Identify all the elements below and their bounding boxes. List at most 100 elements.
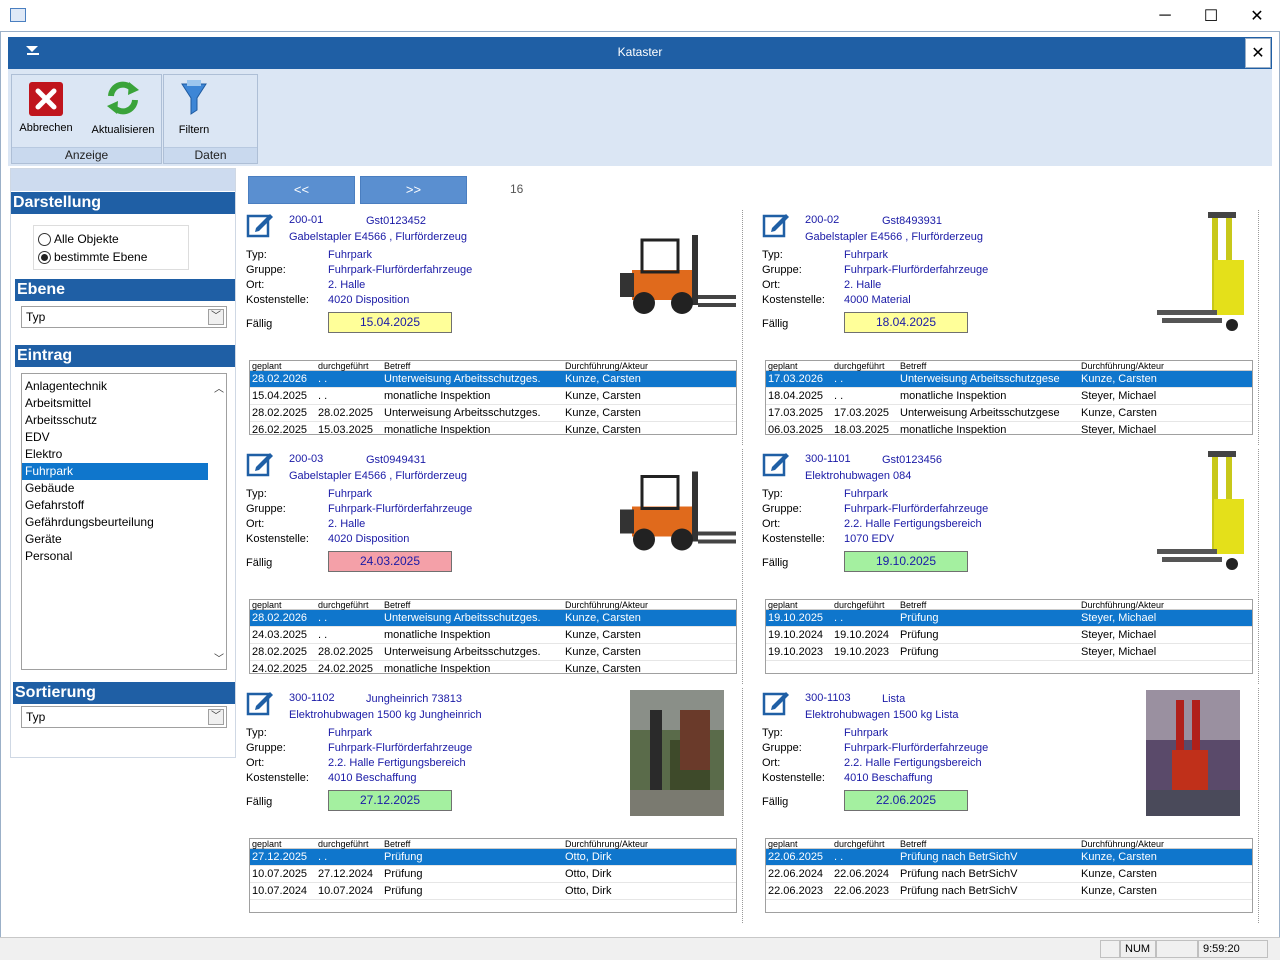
status-num: NUM [1120, 940, 1156, 958]
menu-dropdown-icon[interactable] [26, 46, 38, 52]
table-row[interactable]: 27.12.2025 . . Prüfung Otto, Dirk [250, 849, 736, 866]
history-table[interactable]: geplant durchgeführt Betreff Durchführung/A… [765, 838, 1253, 913]
list-item-selected[interactable]: Fuhrpark [22, 463, 208, 480]
list-item[interactable]: Gebäude [22, 480, 208, 497]
scroll-up-icon[interactable]: ︿ [214, 380, 224, 395]
history-table[interactable]: geplant durchgeführt Betreff Durchführung/A… [249, 838, 737, 913]
table-row[interactable]: 10.07.2024 10.07.2024 Prüfung Otto, Dirk [250, 883, 736, 900]
table-row[interactable]: 28.02.2025 28.02.2025 Unterweisung Arbeits… [250, 405, 736, 422]
table-header: geplant durchgeführt Betreff Durchführung/A… [766, 361, 1252, 371]
eintrag-listbox[interactable]: Anlagentechnik Arbeitsmittel Arbeitsschu… [21, 373, 227, 670]
cell-betreff: Prüfung [900, 646, 939, 658]
cell-akteur: Kunze, Carsten [1081, 373, 1157, 385]
edit-icon[interactable] [762, 688, 790, 716]
chevron-down-icon[interactable]: ﹀ [208, 309, 224, 325]
cancel-button[interactable]: Abbrechen [16, 78, 76, 136]
value-gruppe: Fuhrpark-Flurförderfahrzeuge [844, 264, 989, 276]
table-row[interactable]: 18.04.2025 . . monatliche Inspektion Steyer… [766, 388, 1252, 405]
table-row[interactable]: 28.02.2026 . . Unterweisung Arbeitsschutzg… [250, 371, 736, 388]
list-item[interactable]: Anlagentechnik [22, 378, 208, 395]
chevron-down-icon[interactable]: ﹀ [208, 709, 224, 725]
edit-icon[interactable] [246, 688, 274, 716]
cell-geplant: 24.03.2025 [252, 629, 308, 641]
table-row[interactable]: 19.10.2025 . . Prüfung Steyer, Michael [766, 610, 1252, 627]
table-row[interactable]: 19.10.2024 19.10.2024 Prüfung Steyer, Micha… [766, 627, 1252, 644]
history-table[interactable]: geplant durchgeführt Betreff Durchführung/A… [765, 360, 1253, 435]
sortierung-select[interactable]: Typ ﹀ [21, 706, 227, 728]
filter-button[interactable]: Filtern [170, 78, 218, 136]
prev-page-button[interactable]: << [248, 176, 355, 204]
scroll-down-icon[interactable]: ﹀ [214, 650, 224, 665]
next-page-button[interactable]: >> [360, 176, 467, 204]
table-row[interactable]: 19.10.2023 19.10.2023 Prüfung Steyer, Micha… [766, 644, 1252, 661]
table-header: geplant durchgeführt Betreff Durchführung/A… [250, 600, 736, 610]
table-row[interactable]: 26.02.2025 15.03.2025 monatliche Inspektio… [250, 422, 736, 434]
edit-icon[interactable] [246, 210, 274, 238]
table-row[interactable]: 24.03.2025 . . monatliche Inspektion Kunze,… [250, 627, 736, 644]
edit-icon[interactable] [762, 210, 790, 238]
edit-icon[interactable] [762, 449, 790, 477]
object-number[interactable]: 200-02 [805, 214, 839, 226]
cell-geplant: 28.02.2026 [252, 612, 308, 624]
maximize-button[interactable]: ☐ [1188, 0, 1234, 31]
cell-akteur: Kunze, Carsten [565, 612, 641, 624]
label-typ: Typ: [762, 488, 783, 500]
object-number[interactable]: 200-03 [289, 453, 323, 465]
list-item[interactable]: Arbeitsschutz [22, 412, 208, 429]
list-item[interactable]: Gefährdungsbeurteilung [22, 514, 208, 531]
radio-alle-objekte[interactable]: Alle Objekte [38, 230, 184, 248]
table-row[interactable]: 15.04.2025 . . monatliche Inspektion Kunze,… [250, 388, 736, 405]
col-geplant: geplant [768, 600, 798, 610]
object-name: Gabelstapler E4566 , Flurförderzeug [289, 231, 467, 243]
inventory-card: 300-1102 Jungheinrich 73813 Elektrohubwage… [246, 688, 751, 923]
due-date-field: 15.04.2025 [328, 312, 452, 333]
history-table[interactable]: geplant durchgeführt Betreff Durchführung/A… [249, 360, 737, 435]
list-item[interactable]: Arbeitsmittel [22, 395, 208, 412]
table-row[interactable]: 22.06.2025 . . Prüfung nach BetrSichV Kunze… [766, 849, 1252, 866]
status-cell [1100, 940, 1120, 958]
object-number[interactable]: 300-1102 [289, 692, 335, 704]
object-number[interactable]: 300-1101 [805, 453, 851, 465]
table-row[interactable]: 06.03.2025 18.03.2025 monatliche Inspektio… [766, 422, 1252, 434]
refresh-label: Aktualisieren [91, 124, 155, 136]
cell-durchgefuehrt: . . [318, 373, 328, 385]
table-row[interactable]: 17.03.2026 . . Unterweisung Arbeitsschutzg… [766, 371, 1252, 388]
cell-geplant: 17.03.2026 [768, 373, 824, 385]
inventory-card: 200-01 Gst0123452 Gabelstapler E4566 , Flu… [246, 210, 751, 445]
table-row[interactable]: 22.06.2024 22.06.2024 Prüfung nach BetrSic… [766, 866, 1252, 883]
table-row[interactable]: 22.06.2023 22.06.2023 Prüfung nach BetrSic… [766, 883, 1252, 900]
col-betreff: Betreff [900, 361, 927, 371]
cell-durchgefuehrt: 19.10.2024 [834, 629, 890, 641]
table-row[interactable]: 28.02.2025 28.02.2025 Unterweisung Arbeits… [250, 644, 736, 661]
table-row[interactable]: 17.03.2025 17.03.2025 Unterweisung Arbeits… [766, 405, 1252, 422]
object-number[interactable]: 300-1103 [805, 692, 851, 704]
radio-bestimmte-ebene[interactable]: bestimmte Ebene [38, 248, 184, 266]
list-item[interactable]: EDV [22, 429, 208, 446]
col-akteur: Durchführung/Akteur [565, 839, 649, 849]
list-item[interactable]: Geräte [22, 531, 208, 548]
cell-betreff: Prüfung [384, 885, 423, 897]
window-title: Kataster [8, 37, 1272, 69]
object-photo [612, 459, 738, 564]
close-window-button[interactable]: ✕ [1234, 0, 1280, 31]
cell-durchgefuehrt: . . [834, 390, 844, 402]
ebene-select[interactable]: Typ ﹀ [21, 306, 227, 328]
inventory-card: 200-02 Gst8493931 Gabelstapler E4566 , Flu… [762, 210, 1267, 445]
list-item[interactable]: Gefahrstoff [22, 497, 208, 514]
col-akteur: Durchführung/Akteur [1081, 600, 1165, 610]
list-item[interactable]: Elektro [22, 446, 208, 463]
menu-dropdown-bar [27, 53, 39, 55]
object-number[interactable]: 200-01 [289, 214, 323, 226]
history-table[interactable]: geplant durchgeführt Betreff Durchführung/A… [765, 599, 1253, 674]
table-row[interactable]: 24.02.2025 24.02.2025 monatliche Inspektio… [250, 661, 736, 673]
minimize-button[interactable]: ─ [1142, 0, 1188, 31]
close-kataster-button[interactable]: ✕ [1245, 38, 1271, 68]
table-row[interactable]: 28.02.2026 . . Unterweisung Arbeitsschutzg… [250, 610, 736, 627]
history-table[interactable]: geplant durchgeführt Betreff Durchführung/A… [249, 599, 737, 674]
refresh-button[interactable]: Aktualisieren [88, 78, 158, 136]
table-row[interactable]: 10.07.2025 27.12.2024 Prüfung Otto, Dirk [250, 866, 736, 883]
list-item[interactable]: Personal [22, 548, 208, 565]
edit-icon[interactable] [246, 449, 274, 477]
value-kostenstelle: 4020 Disposition [328, 533, 410, 545]
inventory-card: 300-1103 Lista Elektrohubwagen 1500 kg Lis… [762, 688, 1267, 923]
